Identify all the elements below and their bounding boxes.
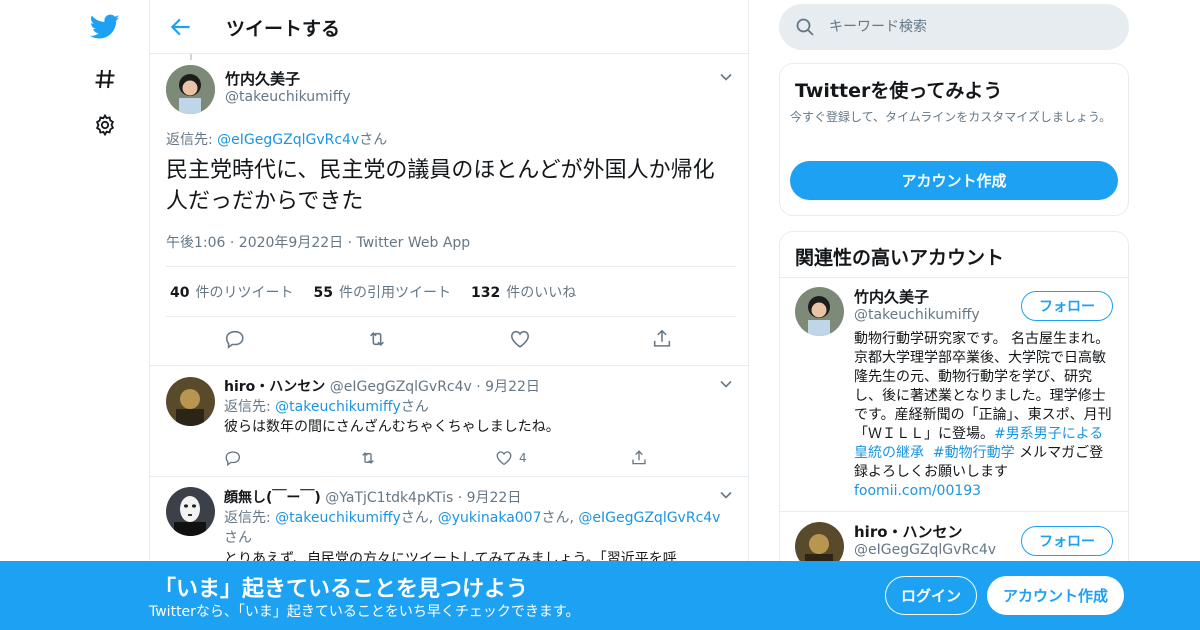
retweet-count: 40	[170, 284, 190, 301]
like-count: 132	[470, 284, 501, 301]
reply-header: 顔無し(￣ー￣) @YaTjC1tdk4pKTis · 9月22日	[224, 487, 521, 507]
account-name[interactable]: 竹内久美子	[854, 286, 929, 307]
search-bar	[779, 4, 1129, 50]
banner-subtitle: Twitterなら、「いま」起きていることをいち早くチェックできます。	[149, 604, 580, 620]
avatar[interactable]	[166, 377, 215, 426]
tweet-actions	[150, 326, 748, 356]
thread-line	[190, 54, 192, 60]
login-button[interactable]: ログイン	[885, 576, 977, 615]
bio-url-link[interactable]: foomii.com/00193	[854, 483, 981, 499]
main-header: ツイートする	[150, 0, 748, 54]
account-item[interactable]: 竹内久美子 @takeuchikumiffy フォロー 動物行動学研究家です。 …	[780, 278, 1128, 512]
back-arrow-icon[interactable]	[168, 14, 194, 40]
reply-author-name[interactable]: hiro・ハンセン	[224, 379, 325, 395]
share-icon[interactable]	[651, 326, 677, 352]
tweet-stats: 40 件のリツイート 55 件の引用ツイート 132 件のいいね	[166, 266, 736, 317]
reply-icon[interactable]	[224, 448, 248, 468]
retweet-label: 件のリツイート	[195, 284, 294, 301]
reply-prefix: 返信先:	[224, 510, 276, 526]
create-account-button[interactable]: アカウント作成	[790, 161, 1118, 200]
quote-label: 件の引用ツイート	[338, 284, 451, 301]
hashtag-link[interactable]: #動物行動学	[933, 445, 1015, 461]
retweet-stat[interactable]: 40 件のリツイート	[170, 282, 293, 302]
reply-actions: 4	[224, 448, 724, 468]
reply-to-link[interactable]: @eIGegGZqlGvRc4v	[217, 132, 359, 148]
account-bio: 動物行動学研究家です。 名古屋生まれ。京都大学理学部卒業後、大学院で日高敏隆先生…	[854, 330, 1116, 501]
reply-text: 彼らは数年の間にさんざんむちゃくちゃしましたね。	[224, 419, 560, 435]
account-name[interactable]: hiro・ハンセン	[854, 521, 963, 542]
reply-separator: さん,	[400, 510, 438, 526]
like-label: 件のいいね	[506, 284, 577, 301]
reply-to-link[interactable]: @takeuchikumiffy	[275, 510, 401, 526]
like-count: 4	[519, 451, 527, 465]
search-icon	[795, 17, 815, 37]
follow-button[interactable]: フォロー	[1021, 291, 1113, 321]
reply-context: 返信先: @takeuchikumiffyさん	[224, 397, 734, 417]
reply-prefix: 返信先:	[224, 399, 276, 415]
quote-stat[interactable]: 55 件の引用ツイート	[313, 282, 450, 302]
chevron-down-icon[interactable]	[718, 376, 734, 392]
page-title: ツイートする	[226, 18, 341, 40]
account-handle[interactable]: @takeuchikumiffy	[854, 307, 980, 323]
left-nav	[80, 0, 130, 630]
explore-hashtag-icon[interactable]	[90, 64, 120, 94]
like-heart-icon[interactable]	[509, 326, 535, 352]
card-title: 関連性の高いアカウント	[795, 247, 1005, 269]
reply-handle-date[interactable]: @eIGegGZqlGvRc4v · 9月22日	[330, 379, 540, 395]
account-handle[interactable]: @eIGegGZqlGvRc4v	[854, 542, 996, 558]
reply-header: hiro・ハンセン @eIGegGZqlGvRc4v · 9月22日	[224, 376, 540, 396]
banner-title: 「いま」起きていることを見つけよう	[154, 577, 529, 602]
reply-icon[interactable]	[224, 326, 250, 352]
card-description: 今すぐ登録して、タイムラインをカスタマイズしましょう。	[790, 110, 1112, 124]
reply-suffix: さん	[224, 530, 252, 546]
reply-handle-date[interactable]: @YaTjC1tdk4pKTis · 9月22日	[325, 490, 521, 506]
like-stat[interactable]: 132 件のいいね	[471, 282, 576, 302]
try-twitter-card: Twitterを使ってみよう 今すぐ登録して、タイムラインをカスタマイズしましょ…	[779, 63, 1129, 216]
focus-tweet: 竹内久美子 @takeuchikumiffy 返信先: @eIGegGZqlGv…	[150, 54, 748, 366]
chevron-down-icon[interactable]	[718, 487, 734, 503]
reply-author-name[interactable]: 顔無し(￣ー￣)	[224, 490, 321, 506]
tweet-meta[interactable]: 午後1:06 · 2020年9月22日 · Twitter Web App	[166, 232, 470, 252]
create-account-button[interactable]: アカウント作成	[987, 576, 1124, 615]
signup-banner: 「いま」起きていることを見つけよう Twitterなら、「いま」起きていることを…	[0, 561, 1200, 630]
author-handle[interactable]: @takeuchikumiffy	[225, 89, 351, 105]
reply-to-link[interactable]: @yukinaka007	[438, 510, 542, 526]
follow-button[interactable]: フォロー	[1021, 526, 1113, 556]
quote-count: 55	[313, 284, 333, 301]
share-icon[interactable]	[630, 448, 654, 468]
reply-tweet[interactable]: hiro・ハンセン @eIGegGZqlGvRc4v · 9月22日 返信先: …	[150, 366, 748, 477]
search-input[interactable]	[829, 16, 1109, 38]
avatar[interactable]	[166, 487, 215, 536]
reply-to-link[interactable]: @eIGegGZqlGvRc4v	[578, 510, 720, 526]
reply-context: 返信先: @eIGegGZqlGvRc4vさん	[166, 129, 387, 149]
retweet-icon[interactable]	[359, 448, 383, 468]
reply-suffix: さん	[400, 399, 429, 415]
card-title: Twitterを使ってみよう	[795, 80, 1003, 102]
avatar[interactable]	[795, 287, 844, 336]
like-heart-icon	[496, 451, 512, 466]
author-name[interactable]: 竹内久美子	[225, 68, 300, 89]
reply-prefix: 返信先:	[166, 132, 218, 148]
settings-gear-icon[interactable]	[90, 110, 120, 140]
like-button[interactable]: 4	[495, 448, 527, 468]
reply-separator: さん,	[541, 510, 579, 526]
twitter-logo-icon[interactable]	[90, 12, 120, 42]
avatar[interactable]	[166, 65, 215, 114]
tweet-text: 民主党時代に、民主党の議員のほとんどが外国人か帰化人だっだからできた	[166, 158, 715, 214]
main-column: ツイートする 竹内久美子 @takeuchikumiffy 返信先: @eIGe…	[149, 0, 749, 630]
chevron-down-icon[interactable]	[718, 69, 734, 85]
related-accounts-card: 関連性の高いアカウント 竹内久美子 @takeuchikumiffy フォロー …	[779, 231, 1129, 591]
reply-suffix: さん	[359, 132, 388, 148]
reply-context: 返信先: @takeuchikumiffyさん, @yukinaka007さん,…	[224, 508, 734, 548]
retweet-icon[interactable]	[366, 326, 392, 352]
reply-to-link[interactable]: @takeuchikumiffy	[275, 399, 401, 415]
